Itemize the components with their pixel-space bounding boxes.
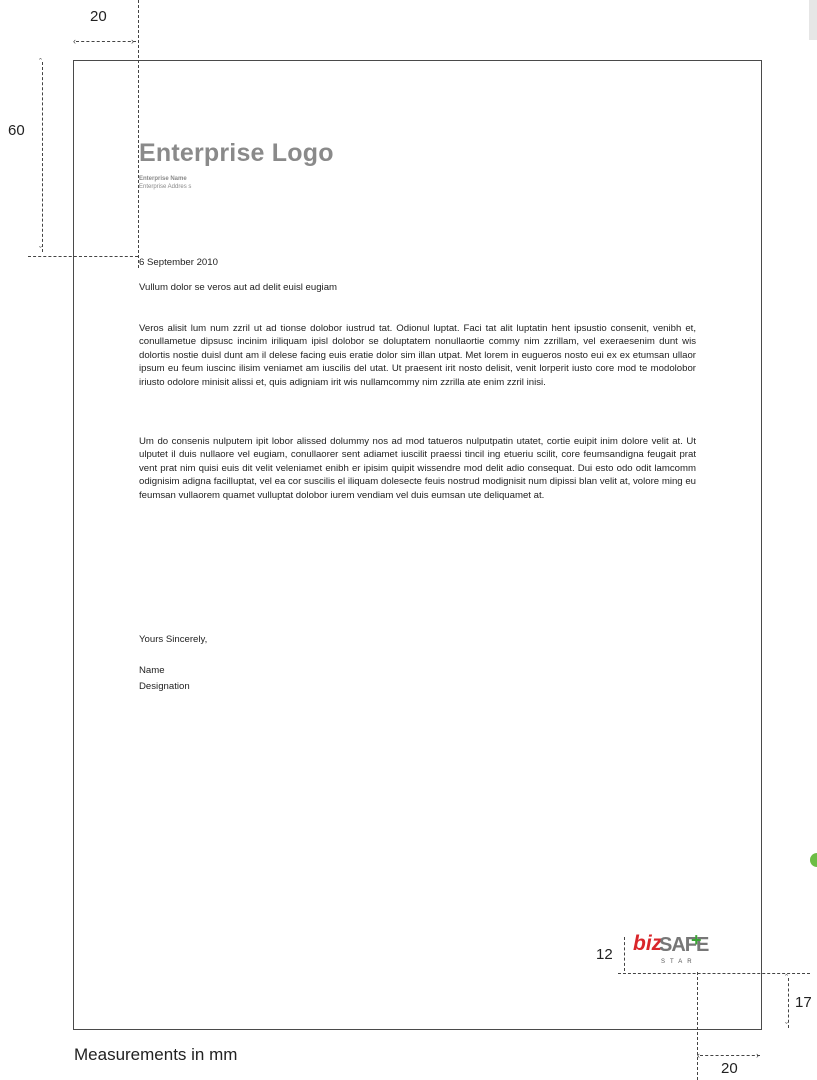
top-margin-guide xyxy=(28,256,138,257)
arrow-left-icon: ‹ xyxy=(73,36,76,46)
arrow-right-icon: › xyxy=(131,36,134,46)
bizsafe-star-text: STAR xyxy=(661,959,697,965)
left-margin-guide xyxy=(138,0,139,268)
letter-subject: Vullum dolor se veros aut ad delit euisl… xyxy=(139,282,338,293)
arrow-up-icon: ˆ xyxy=(785,973,788,983)
bottom-margin-dimension-line xyxy=(788,978,789,1028)
enterprise-name: Enterprise Name xyxy=(139,176,187,182)
enterprise-logo: Enterprise Logo xyxy=(139,139,334,167)
left-margin-label: 20 xyxy=(90,8,107,25)
letterhead-page xyxy=(73,60,762,1030)
arrow-down-icon: ˇ xyxy=(785,1021,788,1031)
signatory-designation: Designation xyxy=(139,681,190,692)
arrow-up-icon: ˆ xyxy=(39,57,42,67)
arrow-left-icon: ‹ xyxy=(697,1050,700,1060)
right-margin-label: 20 xyxy=(721,1060,738,1077)
letter-date: 6 September 2010 xyxy=(139,257,218,268)
measurements-caption: Measurements in mm xyxy=(74,1045,238,1064)
arrow-right-icon: › xyxy=(756,1050,759,1060)
right-margin-guide xyxy=(697,972,698,1080)
bottom-margin-guide xyxy=(618,973,810,974)
bizsafe-biz-text: biz xyxy=(633,932,663,955)
signatory-name: Name xyxy=(139,665,165,676)
letter-closing: Yours Sincerely, xyxy=(139,634,208,645)
left-margin-dimension-line xyxy=(76,41,136,42)
letter-paragraph: Um do consenis nulputem ipit lobor aliss… xyxy=(139,436,696,501)
enterprise-address: Enterprise Addres s xyxy=(139,184,192,190)
bizsafe-plus-icon: + xyxy=(691,930,702,950)
logo-height-dimension-line xyxy=(624,937,625,971)
bizsafe-star-logo: biz SAFE + STAR xyxy=(633,930,709,972)
scrollbar-tab[interactable] xyxy=(809,0,817,40)
logo-height-label: 12 xyxy=(596,946,613,963)
top-margin-dimension-line xyxy=(42,62,43,252)
top-margin-label: 60 xyxy=(8,122,25,139)
right-margin-dimension-line xyxy=(700,1055,760,1056)
letter-paragraph: Veros alisit lum num zzril ut ad tionse … xyxy=(139,323,696,388)
bottom-margin-label: 17 xyxy=(795,994,812,1011)
arrow-down-icon: ˇ xyxy=(39,245,42,255)
green-dot-icon xyxy=(810,853,817,867)
